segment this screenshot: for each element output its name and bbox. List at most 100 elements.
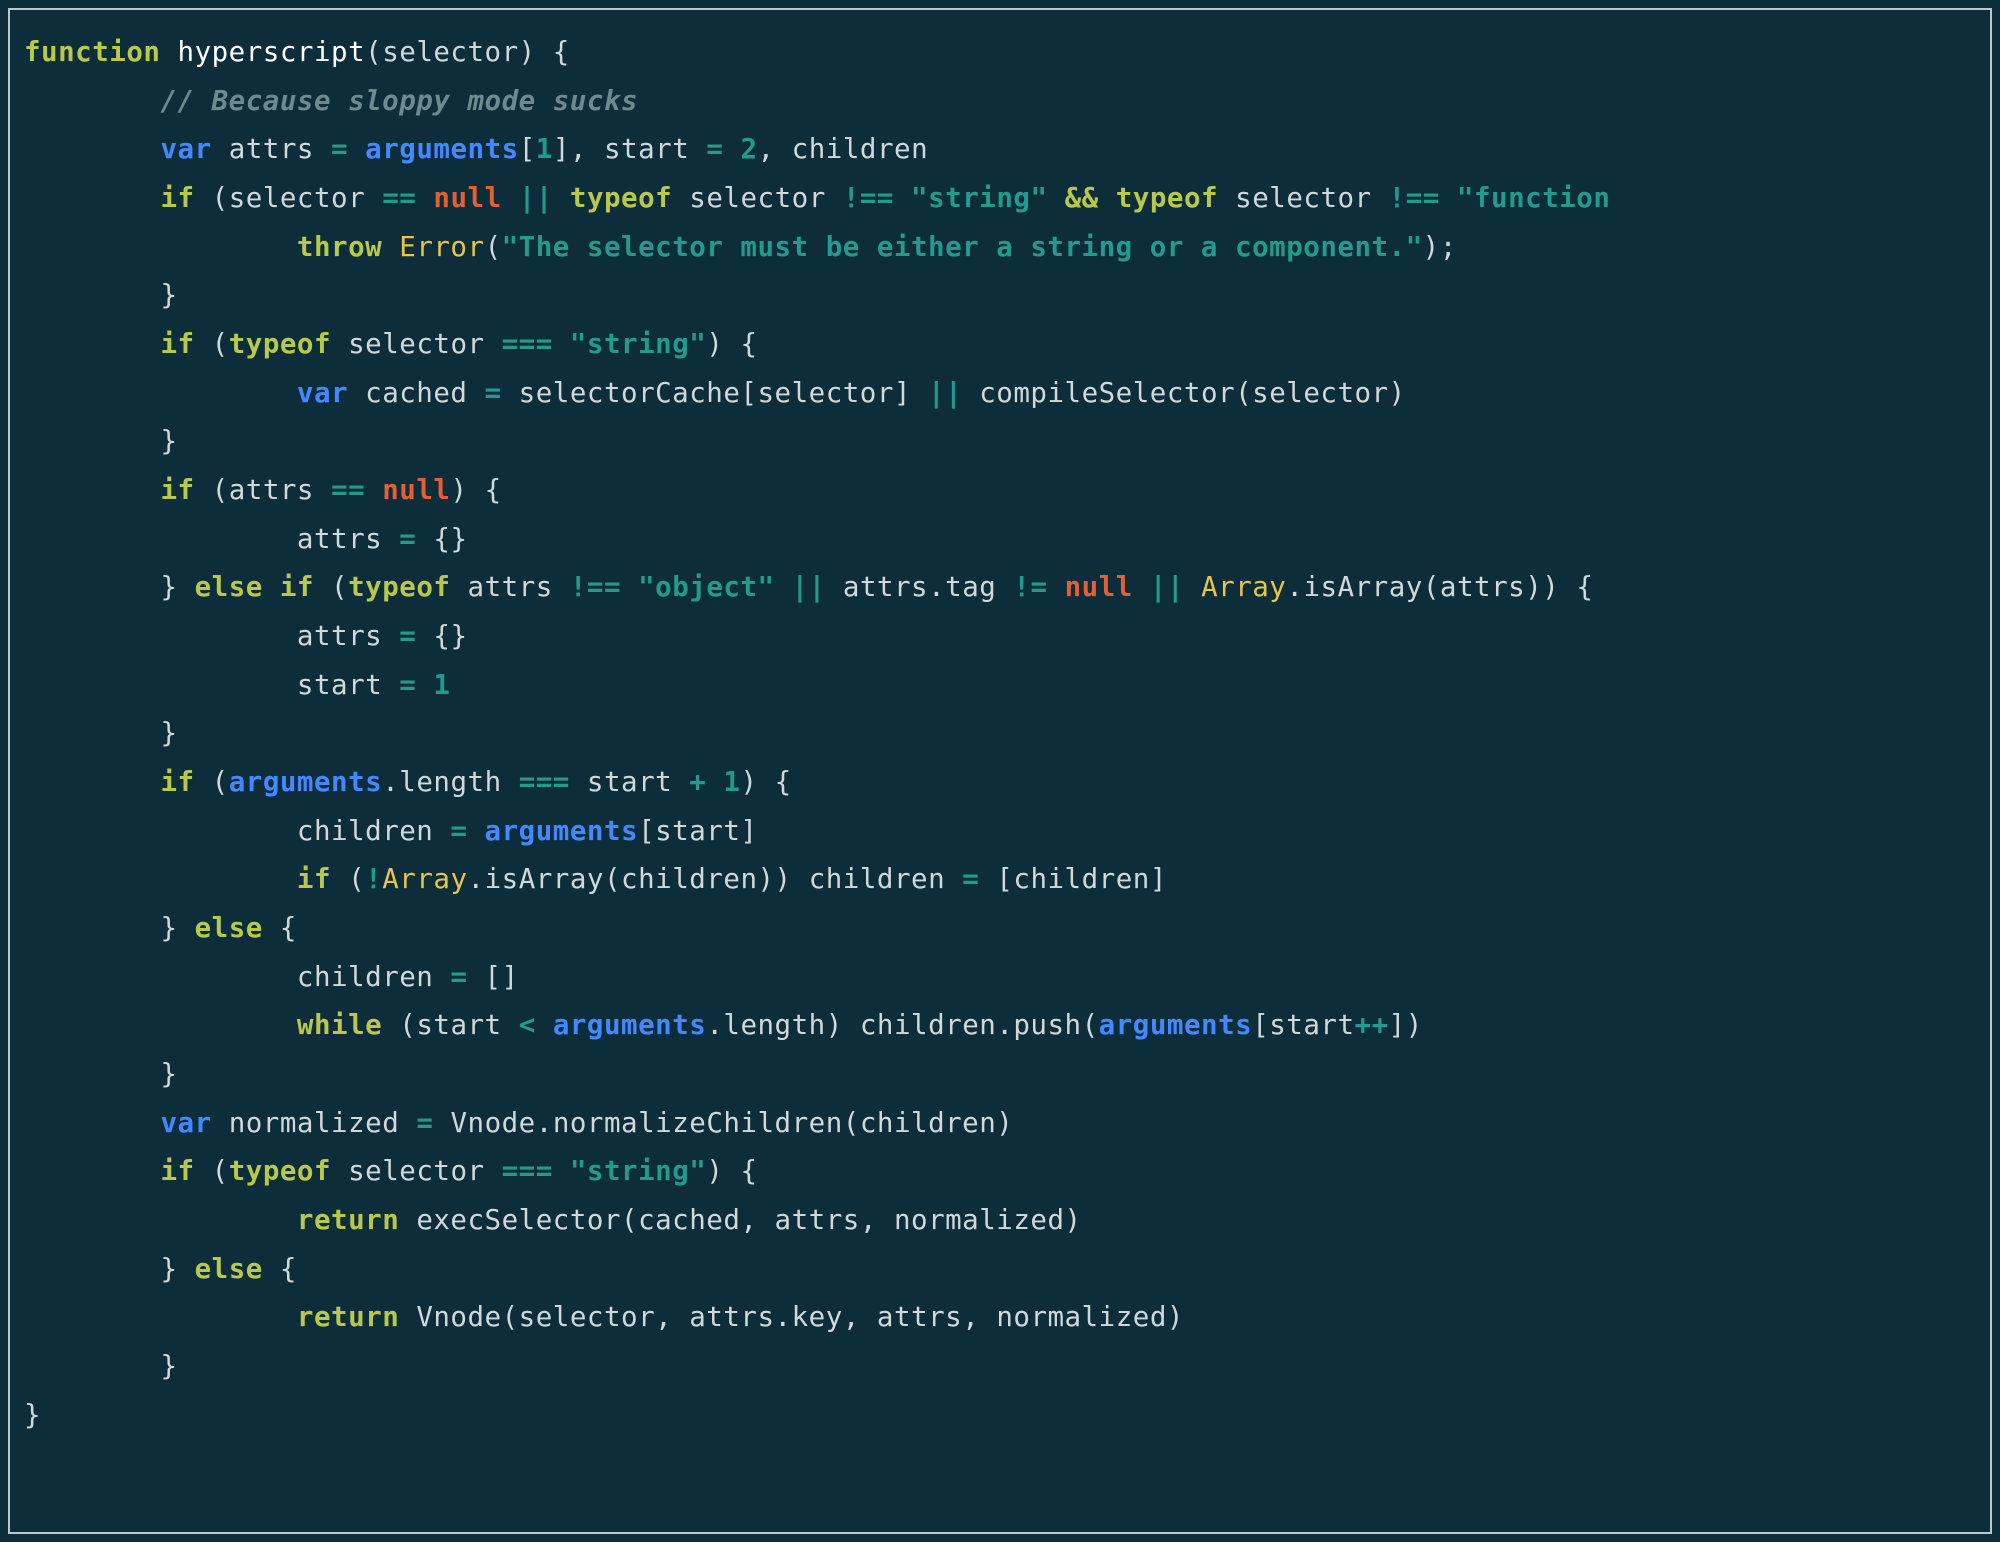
code-token: (	[212, 182, 229, 214]
code-token	[24, 571, 160, 603]
code-token: ))	[758, 863, 792, 895]
code-token: .	[928, 571, 945, 603]
code-token: children	[860, 1009, 996, 1041]
code-token: !==	[843, 182, 894, 214]
code-token: attrs	[297, 620, 382, 652]
code-token	[587, 133, 604, 165]
code-token: ,	[655, 1301, 672, 1333]
code-token	[24, 1301, 297, 1333]
code-token: isArray	[1303, 571, 1422, 603]
code-line: if (!Array.isArray(children)) children =…	[24, 863, 1167, 895]
code-line: } else if (typeof attrs !== "object" || …	[24, 571, 1593, 603]
code-token: null	[433, 182, 501, 214]
code-token	[382, 1009, 399, 1041]
code-token: ]	[740, 815, 757, 847]
code-token: .	[468, 863, 485, 895]
code-token: children	[621, 863, 757, 895]
code-token	[365, 474, 382, 506]
code-token: =	[416, 1107, 433, 1139]
code-token: return	[297, 1301, 399, 1333]
code-token	[911, 377, 928, 409]
code-token	[467, 815, 484, 847]
code-token: [	[740, 377, 757, 409]
code-token: )	[826, 1009, 843, 1041]
code-token	[212, 1107, 229, 1139]
code-token	[399, 1204, 416, 1236]
code-token: {}	[433, 620, 467, 652]
code-token: =	[485, 377, 502, 409]
code-token: (	[212, 328, 229, 360]
code-token: attrs	[877, 1301, 962, 1333]
code-token	[24, 474, 160, 506]
code-token	[723, 328, 740, 360]
code-token	[826, 182, 843, 214]
code-token: selector	[1235, 182, 1371, 214]
code-token: length	[399, 766, 501, 798]
code-token	[24, 1253, 160, 1285]
code-token	[416, 182, 433, 214]
code-token	[24, 620, 297, 652]
code-token	[553, 182, 570, 214]
code-token	[195, 1155, 212, 1187]
code-token: (	[1423, 571, 1440, 603]
code-token	[536, 36, 553, 68]
code-token: length	[723, 1009, 825, 1041]
code-token: attrs	[229, 133, 314, 165]
code-token: throw	[297, 231, 382, 263]
code-token: .	[775, 1301, 792, 1333]
code-token	[1048, 571, 1065, 603]
code-token	[24, 523, 297, 555]
code-token: attrs	[297, 523, 382, 555]
code-line: return Vnode(selector, attrs.key, attrs,…	[24, 1301, 1184, 1333]
code-token	[843, 1009, 860, 1041]
code-token	[536, 1009, 553, 1041]
code-token: key	[792, 1301, 843, 1333]
code-token	[485, 328, 502, 360]
code-token: !=	[1013, 571, 1047, 603]
code-token	[160, 36, 177, 68]
code-token	[263, 1253, 280, 1285]
code-token	[24, 231, 297, 263]
code-token	[672, 182, 689, 214]
code-token: ===	[502, 1155, 553, 1187]
code-line: }	[24, 1350, 178, 1382]
code-token: 1	[433, 669, 450, 701]
code-token: children	[1013, 863, 1149, 895]
code-token: arguments	[485, 815, 639, 847]
code-token: ,	[758, 133, 775, 165]
code-line: return execSelector(cached, attrs, norma…	[24, 1204, 1082, 1236]
code-token	[553, 328, 570, 360]
code-token	[24, 1204, 297, 1236]
code-editor-pane[interactable]: function hyperscript(selector) { // Beca…	[8, 8, 1992, 1534]
code-token: arguments	[553, 1009, 707, 1041]
code-token: .	[382, 766, 399, 798]
code-token: selector	[348, 328, 484, 360]
code-token: (	[843, 1107, 860, 1139]
code-token: =	[450, 815, 467, 847]
code-token: else	[195, 912, 263, 944]
code-token: selector	[229, 182, 365, 214]
code-token: {}	[433, 523, 467, 555]
code-token	[382, 620, 399, 652]
code-token: if	[160, 766, 194, 798]
code-token	[689, 133, 706, 165]
code-token	[502, 766, 519, 798]
code-token: ===	[502, 328, 553, 360]
code-token: execSelector	[416, 1204, 621, 1236]
code-token	[467, 377, 484, 409]
code-token	[467, 961, 484, 993]
code-token: (	[502, 1301, 519, 1333]
code-token: "string"	[570, 1155, 706, 1187]
code-token: ||	[792, 571, 826, 603]
code-token: var	[160, 133, 211, 165]
code-token	[24, 669, 297, 701]
code-token	[502, 377, 519, 409]
code-token: }	[160, 279, 177, 311]
code-token: else if	[195, 571, 314, 603]
code-token: typeof	[348, 571, 450, 603]
code-token	[1133, 571, 1150, 603]
code-token: typeof	[229, 328, 331, 360]
code-token	[792, 863, 809, 895]
code-token: .	[536, 1107, 553, 1139]
code-token: Error	[399, 231, 484, 263]
